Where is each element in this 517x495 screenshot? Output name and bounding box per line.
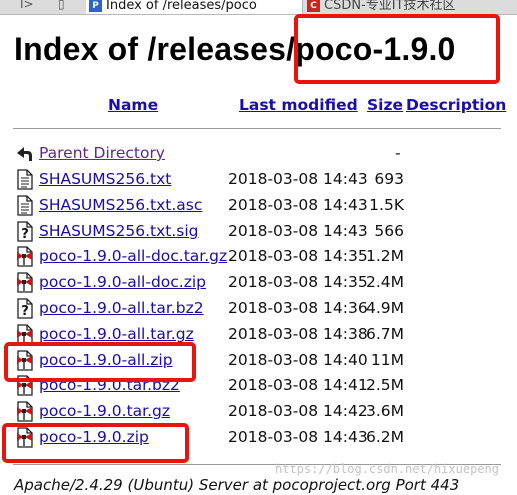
size-cell: 3.6M xyxy=(365,402,404,420)
size-cell: 2.4M xyxy=(365,273,404,291)
file-link[interactable]: poco-1.9.0-all.zip xyxy=(39,351,173,369)
size-cell: 1.2M xyxy=(365,247,404,265)
unknown-file-icon: ? xyxy=(15,298,34,319)
unknown-file-icon: ? xyxy=(15,221,34,242)
server-address: Apache/2.4.29 (Ubuntu) Server at pocopro… xyxy=(14,476,460,494)
header-divider xyxy=(13,128,501,129)
table-row[interactable]: SHASUMS256.txt.sig xyxy=(39,221,198,241)
last-modified-cell: 2018-03-08 14:35 xyxy=(228,273,368,291)
file-link[interactable]: SHASUMS256.txt.asc xyxy=(39,196,202,214)
size-cell: 6.2M xyxy=(365,428,404,446)
table-row[interactable]: poco-1.9.0.zip xyxy=(39,427,149,447)
new-tab-icon[interactable]: ▯ xyxy=(58,0,65,11)
sort-by-description-link[interactable]: Description xyxy=(406,96,506,114)
file-link[interactable]: poco-1.9.0-all.tar.gz xyxy=(39,325,194,343)
parent-directory-row[interactable]: Parent Directory xyxy=(39,143,165,163)
last-modified-cell: 2018-03-08 14:43 xyxy=(228,222,368,240)
compressed-file-icon xyxy=(15,350,34,371)
last-modified-cell: 2018-03-08 14:41 xyxy=(228,376,368,394)
table-row[interactable]: poco-1.9.0-all.tar.gz xyxy=(39,324,194,344)
size-cell: 693 xyxy=(374,170,404,188)
column-header-description[interactable]: Description xyxy=(406,95,506,115)
tab-title: CSDN-专业IT技术社区 xyxy=(324,0,456,13)
browser-tab-bar: I> ▯ P Index of /releases/poco C CSDN-专业IT… xyxy=(0,0,517,15)
size-cell: 566 xyxy=(374,222,404,240)
table-row[interactable]: poco-1.9.0-all-doc.zip xyxy=(39,272,206,292)
file-link[interactable]: poco-1.9.0.zip xyxy=(39,428,149,446)
size-cell: 11M xyxy=(370,351,404,369)
size-cell: 1.5K xyxy=(369,196,404,214)
last-modified-cell: 2018-03-08 14:42 xyxy=(228,402,368,420)
column-header-size[interactable]: Size xyxy=(367,95,403,115)
table-row[interactable]: SHASUMS256.txt.asc xyxy=(39,195,202,215)
file-link[interactable]: SHASUMS256.txt xyxy=(39,170,171,188)
last-modified-cell: 2018-03-08 14:43 xyxy=(228,428,368,446)
file-link[interactable]: poco-1.9.0.tar.bz2 xyxy=(39,376,180,394)
text-file-icon xyxy=(15,195,34,216)
table-row[interactable]: poco-1.9.0-all.zip xyxy=(39,350,173,370)
text-file-icon xyxy=(15,169,34,190)
compressed-file-icon xyxy=(15,427,34,448)
sort-by-name-link[interactable]: Name xyxy=(108,96,158,114)
tab-releases[interactable]: P Index of /releases/poco xyxy=(86,0,303,14)
column-header-last-modified[interactable]: Last modified xyxy=(239,95,358,115)
csdn-logo-icon: C xyxy=(307,0,320,12)
parent-size: - xyxy=(395,144,401,162)
file-link[interactable]: SHASUMS256.txt.sig xyxy=(39,222,198,240)
size-cell: 4.9M xyxy=(365,299,404,317)
compressed-file-icon xyxy=(15,324,34,345)
tab-csdn[interactable]: C CSDN-专业IT技术社区 xyxy=(304,0,517,14)
compressed-file-icon xyxy=(15,375,34,396)
table-row[interactable]: poco-1.9.0-all-doc.tar.gz xyxy=(39,246,227,266)
sort-by-size-link[interactable]: Size xyxy=(367,96,403,114)
table-row[interactable]: poco-1.9.0.tar.gz xyxy=(39,401,170,421)
last-modified-cell: 2018-03-08 14:43 xyxy=(228,170,368,188)
sort-by-date-link[interactable]: Last modified xyxy=(239,96,358,114)
last-modified-cell: 2018-03-08 14:40 xyxy=(228,351,368,369)
last-modified-cell: 2018-03-08 14:43 xyxy=(228,196,368,214)
back-arrow-icon xyxy=(15,143,34,164)
page-icon: P xyxy=(89,0,102,12)
file-link[interactable]: poco-1.9.0-all-doc.zip xyxy=(39,273,206,291)
file-link[interactable]: poco-1.9.0.tar.gz xyxy=(39,402,170,420)
file-link[interactable]: poco-1.9.0-all.tar.bz2 xyxy=(39,299,204,317)
file-link[interactable]: poco-1.9.0-all-doc.tar.gz xyxy=(39,247,227,265)
watermark: https://blog.csdn.net/hixuepeng xyxy=(275,462,499,476)
page-title: Index of /releases/poco-1.9.0 xyxy=(14,31,456,67)
column-header-name[interactable]: Name xyxy=(108,95,158,115)
parent-directory-link[interactable]: Parent Directory xyxy=(39,144,165,162)
last-modified-cell: 2018-03-08 14:36 xyxy=(228,299,368,317)
svg-text:?: ? xyxy=(21,304,29,319)
last-modified-cell: 2018-03-08 14:35 xyxy=(228,247,368,265)
last-modified-cell: 2018-03-08 14:38 xyxy=(228,325,368,343)
table-row[interactable]: poco-1.9.0-all.tar.bz2 xyxy=(39,298,204,318)
tab-title: Index of /releases/poco xyxy=(106,0,257,13)
table-row[interactable]: poco-1.9.0.tar.bz2 xyxy=(39,375,180,395)
sidebar-toggle-icon[interactable]: I> xyxy=(20,0,34,11)
compressed-file-icon xyxy=(15,246,34,267)
svg-text:?: ? xyxy=(21,227,29,242)
size-cell: 2.5M xyxy=(365,376,404,394)
size-cell: 6.7M xyxy=(365,325,404,343)
table-row[interactable]: SHASUMS256.txt xyxy=(39,169,171,189)
compressed-file-icon xyxy=(15,401,34,422)
compressed-file-icon xyxy=(15,272,34,293)
